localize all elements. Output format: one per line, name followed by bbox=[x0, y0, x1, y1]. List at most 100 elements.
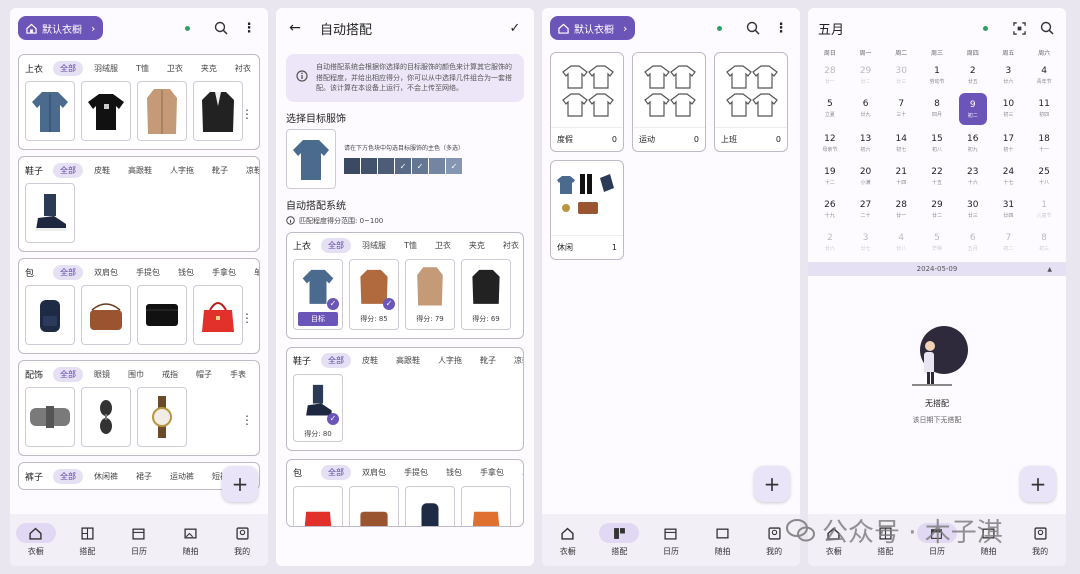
filter-chip[interactable]: 全部 bbox=[53, 264, 83, 280]
nav-item-snapshot[interactable]: 随拍 bbox=[171, 523, 211, 557]
calendar-day[interactable]: 16 初九 bbox=[955, 127, 991, 159]
calendar-day[interactable]: 20 小满 bbox=[848, 160, 884, 192]
calendar-day[interactable]: 18 十一 bbox=[1026, 127, 1062, 159]
filter-chip[interactable]: 手提包 bbox=[129, 265, 167, 280]
color-swatch[interactable] bbox=[429, 158, 445, 174]
calendar-day[interactable]: 6 廿九 bbox=[848, 92, 884, 124]
more-vert-icon[interactable]: ⋮ bbox=[241, 311, 253, 325]
calendar-day[interactable]: 8 初三 bbox=[1026, 226, 1062, 258]
filter-chip[interactable]: 钱包 bbox=[171, 265, 201, 280]
search-icon[interactable] bbox=[742, 17, 764, 39]
nav-item-wardrobe[interactable]: 衣橱 bbox=[15, 523, 56, 557]
calendar-day[interactable]: 28 廿一 bbox=[812, 59, 848, 91]
filter-chip[interactable]: 人字拖 bbox=[163, 163, 201, 178]
item-brown-satchel[interactable] bbox=[81, 285, 131, 345]
filter-chip[interactable]: 戒指 bbox=[155, 367, 185, 382]
calendar-day[interactable]: 8 四月 bbox=[919, 92, 955, 124]
item-black-tshirt[interactable] bbox=[81, 81, 131, 141]
item-red-handbag[interactable] bbox=[293, 485, 343, 526]
item-watch[interactable] bbox=[137, 387, 187, 447]
month-title[interactable]: 五月 bbox=[818, 19, 844, 38]
filter-chip[interactable]: 全部 bbox=[321, 353, 351, 368]
more-vert-icon[interactable]: ⋮ bbox=[241, 107, 253, 121]
filter-chip[interactable]: 围巾 bbox=[121, 367, 151, 382]
calendar-day[interactable]: 25 十八 bbox=[1026, 160, 1062, 192]
calendar-day[interactable]: 7 三十 bbox=[883, 92, 919, 124]
filter-chip[interactable]: 皮鞋 bbox=[87, 163, 117, 178]
filter-chip[interactable]: 钱包 bbox=[439, 465, 469, 480]
item-backpack[interactable] bbox=[405, 485, 455, 526]
outfit-card[interactable]: 休闲 1 bbox=[550, 160, 624, 260]
calendar-day-selected[interactable]: 9 初二 bbox=[958, 93, 987, 125]
calendar-day[interactable]: 28 廿一 bbox=[883, 193, 919, 225]
calendar-day[interactable]: 30 廿三 bbox=[955, 193, 991, 225]
scan-icon[interactable] bbox=[1008, 17, 1030, 39]
calendar-day[interactable]: 10 初三 bbox=[991, 92, 1027, 124]
target-item-denim-shirt[interactable] bbox=[286, 128, 336, 189]
filter-chip[interactable]: 衬衣 bbox=[228, 61, 258, 76]
filter-chip[interactable]: 全部 bbox=[321, 238, 351, 253]
filter-chip[interactable]: 手拿包 bbox=[473, 465, 511, 480]
calendar-day[interactable]: 1 儿童节 bbox=[1026, 193, 1062, 225]
item-backpack[interactable] bbox=[25, 285, 75, 345]
calendar-day[interactable]: 17 初十 bbox=[991, 127, 1027, 159]
calendar-day[interactable]: 12 母亲节 bbox=[812, 127, 848, 159]
calendar-day[interactable]: 21 十四 bbox=[883, 160, 919, 192]
calendar-day[interactable]: 5 立夏 bbox=[812, 92, 848, 124]
calendar-day[interactable]: 11 初四 bbox=[1026, 92, 1062, 124]
item-orange-bag[interactable] bbox=[461, 485, 511, 526]
color-swatch[interactable] bbox=[361, 158, 377, 174]
nav-item-calendar[interactable]: 日历 bbox=[651, 523, 691, 557]
calendar-day[interactable]: 30 廿三 bbox=[883, 59, 919, 91]
calendar-day[interactable]: 3 廿六 bbox=[991, 59, 1027, 91]
filter-chip[interactable]: 皮鞋 bbox=[355, 353, 385, 368]
item-brown-satchel[interactable] bbox=[349, 485, 399, 526]
outfit-card[interactable]: 上班 0 bbox=[714, 52, 788, 152]
nav-item-outfit[interactable]: 搭配 bbox=[67, 523, 107, 557]
wardrobe-selector[interactable]: 默认衣橱 › bbox=[550, 16, 636, 40]
back-arrow-icon[interactable]: ← bbox=[284, 17, 306, 39]
color-swatch[interactable] bbox=[378, 158, 394, 174]
calendar-day[interactable]: 24 十七 bbox=[991, 160, 1027, 192]
calendar-day[interactable]: 29 廿二 bbox=[848, 59, 884, 91]
calendar-day[interactable]: 31 廿四 bbox=[991, 193, 1027, 225]
more-vert-icon[interactable]: ⋮ bbox=[238, 17, 260, 39]
selected-date-bar[interactable]: 2024-05-09 ▲ bbox=[808, 262, 1066, 276]
filter-chip[interactable]: T恤 bbox=[397, 238, 424, 253]
outfit-card[interactable]: 运动 0 bbox=[632, 52, 706, 152]
calendar-day[interactable]: 2 廿五 bbox=[955, 59, 991, 91]
item-black-wallet[interactable] bbox=[137, 285, 187, 345]
filter-chip[interactable]: 休闲裤 bbox=[87, 469, 125, 484]
add-button[interactable]: + bbox=[222, 466, 258, 502]
filter-chip[interactable]: 人字拖 bbox=[431, 353, 469, 368]
item-red-handbag[interactable] bbox=[193, 285, 243, 345]
item-sunglasses[interactable] bbox=[81, 387, 131, 447]
item-denim-shirt[interactable] bbox=[25, 81, 75, 141]
filter-chip[interactable]: 羽绒服 bbox=[355, 238, 393, 253]
color-swatch-checked[interactable]: ✓ bbox=[412, 158, 428, 174]
wardrobe-selector[interactable]: 默认衣橱 › bbox=[18, 16, 104, 40]
filter-chip[interactable]: 裙子 bbox=[129, 469, 159, 484]
add-button[interactable]: + bbox=[754, 466, 790, 502]
filter-chip[interactable]: 全部 bbox=[53, 60, 83, 76]
filter-chip[interactable]: 眼镜 bbox=[87, 367, 117, 382]
filter-chip[interactable]: 帽子 bbox=[189, 367, 219, 382]
calendar-day[interactable]: 7 初二 bbox=[991, 226, 1027, 258]
nav-item-wardrobe[interactable]: 衣橱 bbox=[548, 523, 588, 557]
filter-chip[interactable]: 靴子 bbox=[473, 353, 503, 368]
filter-chip[interactable]: 双肩包 bbox=[87, 265, 125, 280]
calendar-day[interactable]: 15 初八 bbox=[919, 127, 955, 159]
filter-chip[interactable]: 手提包 bbox=[397, 465, 435, 480]
filter-chip[interactable]: 全部 bbox=[53, 366, 83, 382]
filter-chip[interactable]: 高跟鞋 bbox=[389, 353, 427, 368]
calendar-day[interactable]: 26 十九 bbox=[812, 193, 848, 225]
filter-chip[interactable]: 靴子 bbox=[205, 163, 235, 178]
score-item[interactable]: 得分: 79 bbox=[405, 258, 455, 330]
calendar-day[interactable]: 3 廿七 bbox=[848, 226, 884, 258]
calendar-day[interactable]: 14 初七 bbox=[883, 127, 919, 159]
score-item[interactable]: 得分: 69 bbox=[461, 258, 511, 330]
filter-chip[interactable]: T恤 bbox=[129, 61, 156, 76]
filter-chip[interactable]: 夹克 bbox=[194, 61, 224, 76]
calendar-day[interactable]: 22 十五 bbox=[919, 160, 955, 192]
item-black-blazer[interactable] bbox=[193, 81, 243, 141]
